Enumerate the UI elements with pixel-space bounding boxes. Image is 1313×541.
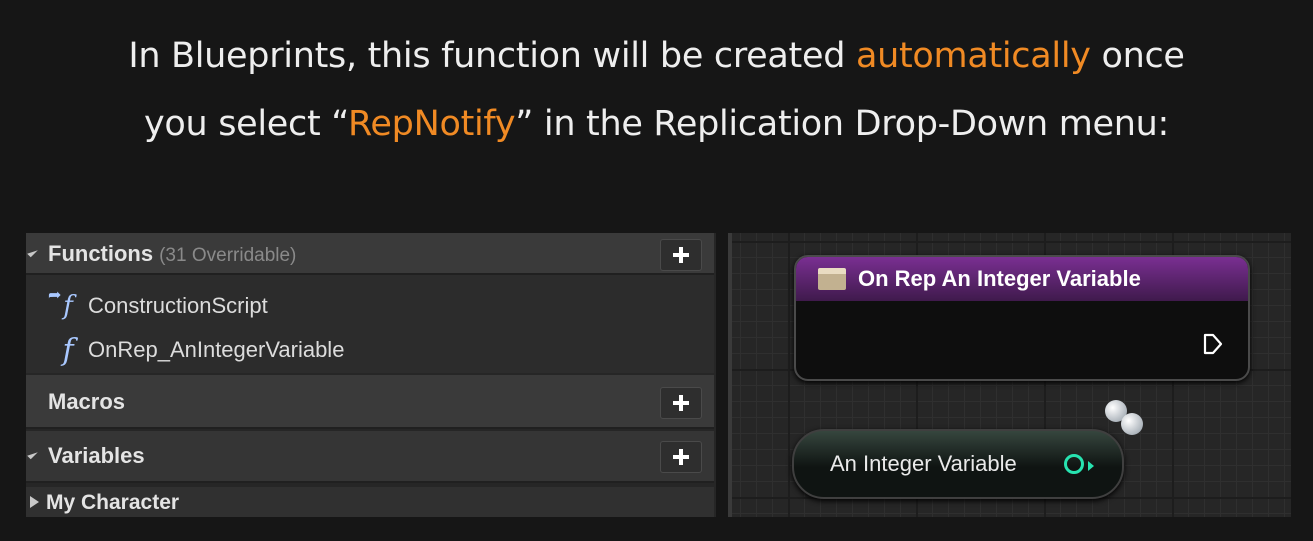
function-item-label: ConstructionScript <box>88 293 268 318</box>
my-character-label: My Character <box>46 491 180 514</box>
integer-pin-icon[interactable] <box>1064 454 1084 474</box>
macros-category[interactable]: Macros <box>26 375 714 429</box>
function-item-onrep-anintegervariable[interactable]: f OnRep_AnIntegerVariable <box>48 332 345 368</box>
node-header: On Rep An Integer Variable <box>796 257 1248 301</box>
add-function-button[interactable] <box>660 239 702 271</box>
on-rep-function-node[interactable]: On Rep An Integer Variable <box>794 255 1250 381</box>
headline-highlight: automatically <box>855 36 1091 76</box>
pin-arrow-icon <box>1088 461 1094 471</box>
my-blueprint-panel: Functions (31 Overridable) ➦ f Constructio… <box>26 233 716 517</box>
integer-variable-getter-node[interactable]: An Integer Variable <box>792 429 1124 499</box>
my-character-row[interactable]: My Character <box>26 487 714 517</box>
headline-line-1: In Blueprints, this function will be cre… <box>0 22 1313 90</box>
exec-output-pin-icon[interactable] <box>1203 333 1223 355</box>
headline-text: once <box>1090 36 1185 76</box>
function-item-constructionscript[interactable]: ➦ f ConstructionScript <box>48 285 268 323</box>
function-icon: f <box>62 332 74 368</box>
variables-category[interactable]: Variables <box>26 431 714 483</box>
expand-triangle-icon[interactable] <box>30 496 39 508</box>
replication-icon <box>1105 400 1143 435</box>
function-entry-icon <box>818 268 846 290</box>
variables-label: Variables <box>48 443 145 468</box>
node-title: On Rep An Integer Variable <box>858 266 1141 291</box>
headline-text: In Blueprints, this function will be cre… <box>128 36 856 76</box>
headline-text: you select “ <box>143 104 348 144</box>
macros-label: Macros <box>48 389 126 414</box>
variable-node-label: An Integer Variable <box>830 451 1017 476</box>
function-override-icon: ➦ f <box>48 285 73 321</box>
collapse-triangle-icon[interactable] <box>27 448 38 460</box>
functions-list: ➦ f ConstructionScript f OnRep_AnIntegerV… <box>26 275 714 373</box>
headline-highlight: RepNotify <box>347 104 516 144</box>
functions-category[interactable]: Functions (31 Overridable) <box>26 233 714 275</box>
overridable-count: (31 Overridable) <box>159 245 297 266</box>
headline-line-2: you select “RepNotify” in the Replicatio… <box>0 90 1313 158</box>
headline-text: ” in the Replication Drop-Down menu: <box>515 104 1170 144</box>
function-item-label: OnRep_AnIntegerVariable <box>88 337 345 362</box>
collapse-triangle-icon[interactable] <box>27 246 38 258</box>
headline: In Blueprints, this function will be cre… <box>0 22 1313 158</box>
add-macro-button[interactable] <box>660 387 702 419</box>
functions-category-label: Functions (31 Overridable) <box>48 241 296 267</box>
add-variable-button[interactable] <box>660 441 702 473</box>
functions-label: Functions <box>48 241 154 266</box>
event-graph[interactable]: On Rep An Integer Variable An Integer Va… <box>728 233 1291 517</box>
